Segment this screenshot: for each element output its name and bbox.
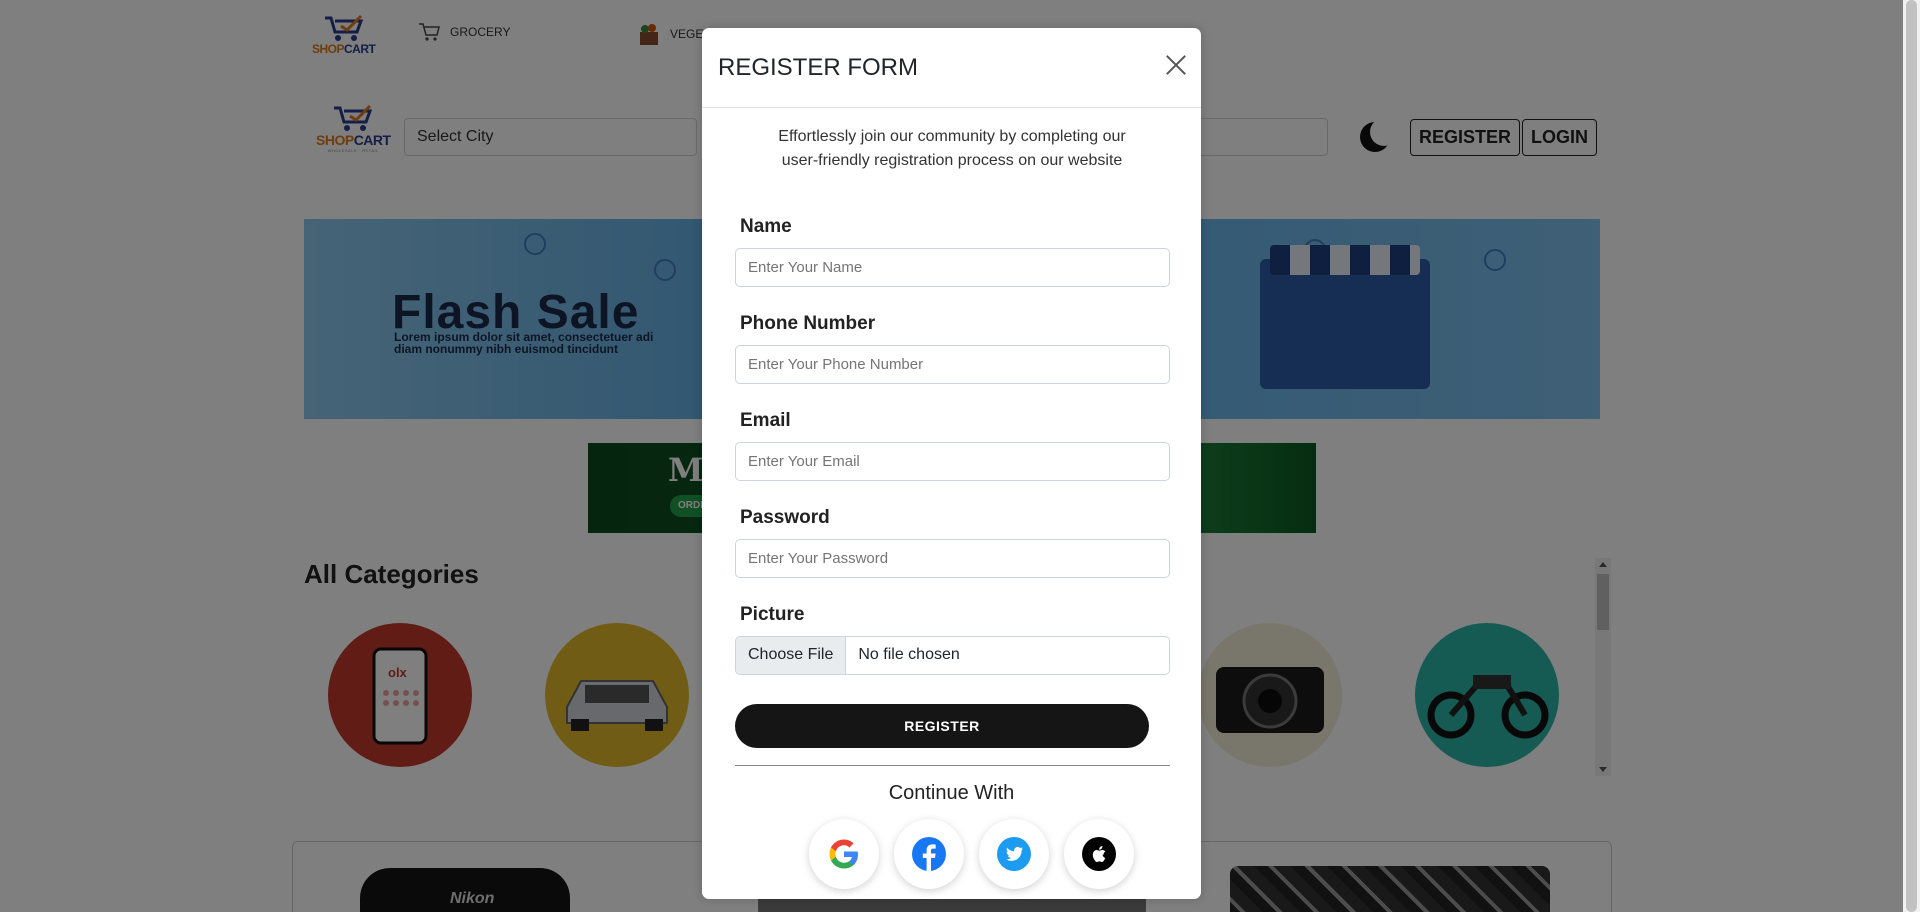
twitter-icon [997,837,1031,871]
email-label: Email [740,410,791,431]
phone-input[interactable] [735,345,1170,384]
apple-icon [1082,837,1116,871]
twitter-button[interactable] [979,819,1049,889]
name-input[interactable] [735,248,1170,287]
modal-intro: Effortlessly join our community by compl… [778,128,1126,169]
modal-title: REGISTER FORM [718,54,919,81]
continue-with-label: Continue With [888,782,1015,804]
choose-file-button[interactable]: Choose File [736,637,847,674]
apple-button[interactable] [1064,819,1134,889]
name-label: Name [740,216,792,237]
page-scrollbar[interactable] [1903,0,1920,912]
facebook-button[interactable] [894,819,964,889]
page-scroll-thumb[interactable] [1906,0,1917,912]
close-icon[interactable] [1165,54,1187,76]
modal-header: REGISTER FORM [702,28,1201,108]
email-input[interactable] [735,442,1170,481]
register-modal: REGISTER FORM Effortlessly join our comm… [702,28,1201,899]
password-label: Password [740,507,830,528]
register-submit-button[interactable]: REGISTER [735,704,1149,748]
picture-file-input[interactable]: Choose File No file chosen [735,636,1170,675]
password-input[interactable] [735,539,1170,578]
google-icon [829,839,858,869]
phone-label: Phone Number [740,313,876,334]
divider [735,765,1170,766]
picture-label: Picture [740,604,805,625]
file-status: No file chosen [858,646,960,663]
facebook-icon [912,837,946,871]
google-button[interactable] [809,819,879,889]
